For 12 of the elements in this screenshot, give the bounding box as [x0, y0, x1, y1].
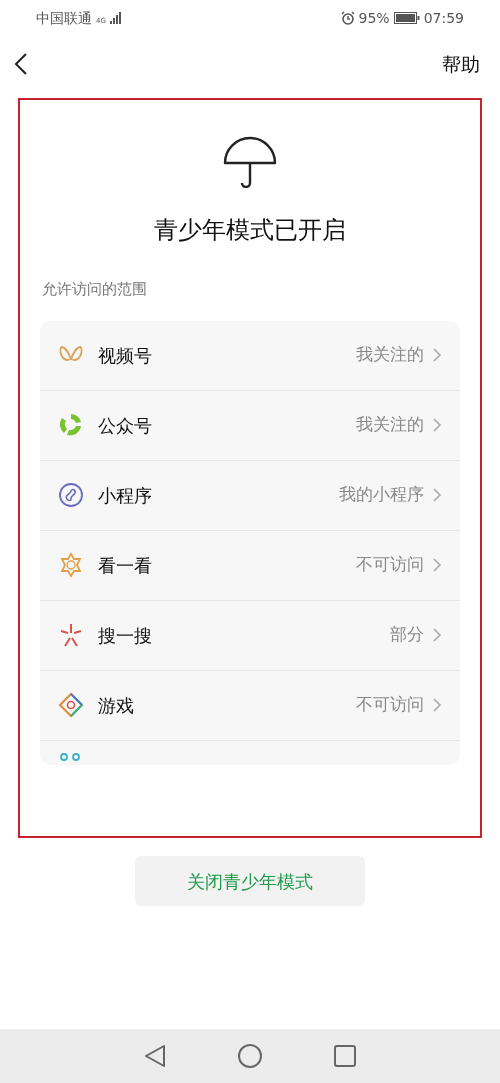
help-link[interactable]: 帮助	[442, 49, 480, 79]
clock-time: 07:59	[423, 8, 464, 28]
carrier-name: 中国联通	[36, 8, 92, 28]
battery-percent: 95%	[358, 8, 390, 28]
access-item[interactable]: 小程序 我的小程序	[40, 460, 460, 531]
access-item[interactable]: 搜一搜 部分	[40, 600, 460, 671]
section-label: 允许访问的范围	[42, 279, 148, 300]
mode-title: 青少年模式已开启	[154, 215, 346, 246]
access-item[interactable]: 视频号 我关注的	[40, 320, 460, 391]
access-item[interactable]: 公众号 我关注的	[40, 390, 460, 461]
access-item[interactable]: 看一看 不可访问	[40, 530, 460, 601]
access-item[interactable]: 游戏 不可访问	[40, 670, 460, 741]
